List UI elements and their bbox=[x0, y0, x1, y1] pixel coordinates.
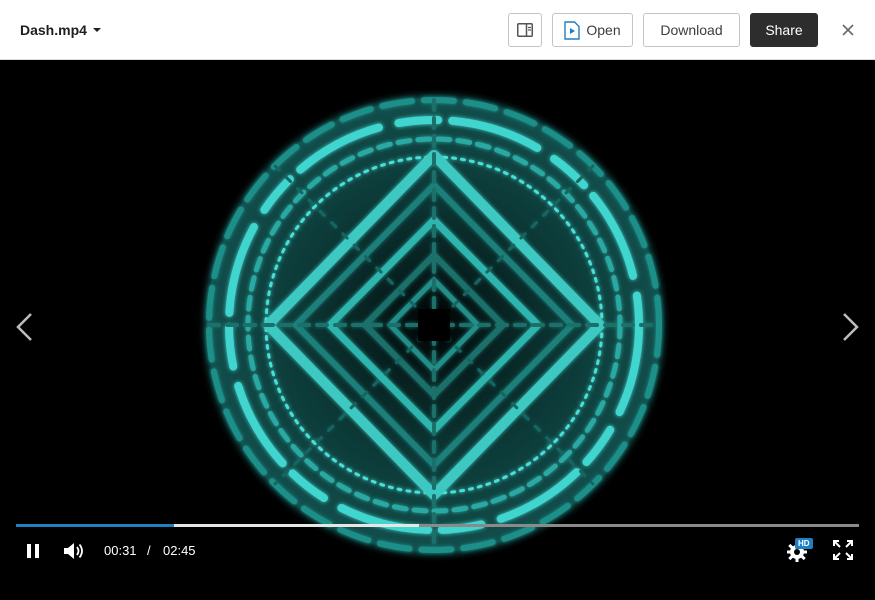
share-button-label: Share bbox=[765, 22, 803, 38]
current-time: 00:31 bbox=[104, 543, 137, 558]
time-separator: / bbox=[147, 543, 151, 558]
download-button[interactable]: Download bbox=[643, 13, 740, 47]
caret-down-icon bbox=[92, 28, 101, 32]
volume-icon bbox=[64, 543, 83, 559]
hd-badge: HD bbox=[795, 538, 813, 549]
share-button[interactable]: Share bbox=[750, 13, 818, 47]
volume-button[interactable] bbox=[62, 540, 86, 562]
chevron-right-icon bbox=[843, 313, 859, 341]
open-button[interactable]: Open bbox=[552, 13, 633, 47]
pause-button[interactable] bbox=[24, 542, 42, 560]
play-file-icon bbox=[564, 20, 581, 40]
pause-icon bbox=[27, 544, 39, 558]
total-time: 02:45 bbox=[163, 543, 196, 558]
next-button[interactable] bbox=[840, 312, 860, 342]
file-name-menu[interactable]: Dash.mp4 bbox=[20, 19, 101, 41]
fullscreen-button[interactable] bbox=[833, 540, 853, 560]
toggle-panel-button[interactable] bbox=[508, 13, 542, 47]
viewer-header: Dash.mp4 Open Download Share bbox=[0, 0, 875, 60]
close-icon bbox=[842, 24, 854, 36]
previous-button[interactable] bbox=[15, 312, 35, 342]
download-button-label: Download bbox=[660, 22, 723, 38]
chevron-left-icon bbox=[16, 313, 32, 341]
progress-bar[interactable] bbox=[16, 524, 859, 527]
side-panel-icon bbox=[517, 23, 533, 37]
video-player[interactable]: 00:31 / 02:45 HD bbox=[0, 60, 875, 600]
open-button-label: Open bbox=[586, 22, 621, 38]
fullscreen-icon bbox=[833, 540, 853, 560]
video-frame bbox=[196, 87, 672, 563]
close-button[interactable] bbox=[838, 20, 858, 40]
played-range bbox=[16, 524, 175, 527]
file-name: Dash.mp4 bbox=[20, 22, 87, 38]
